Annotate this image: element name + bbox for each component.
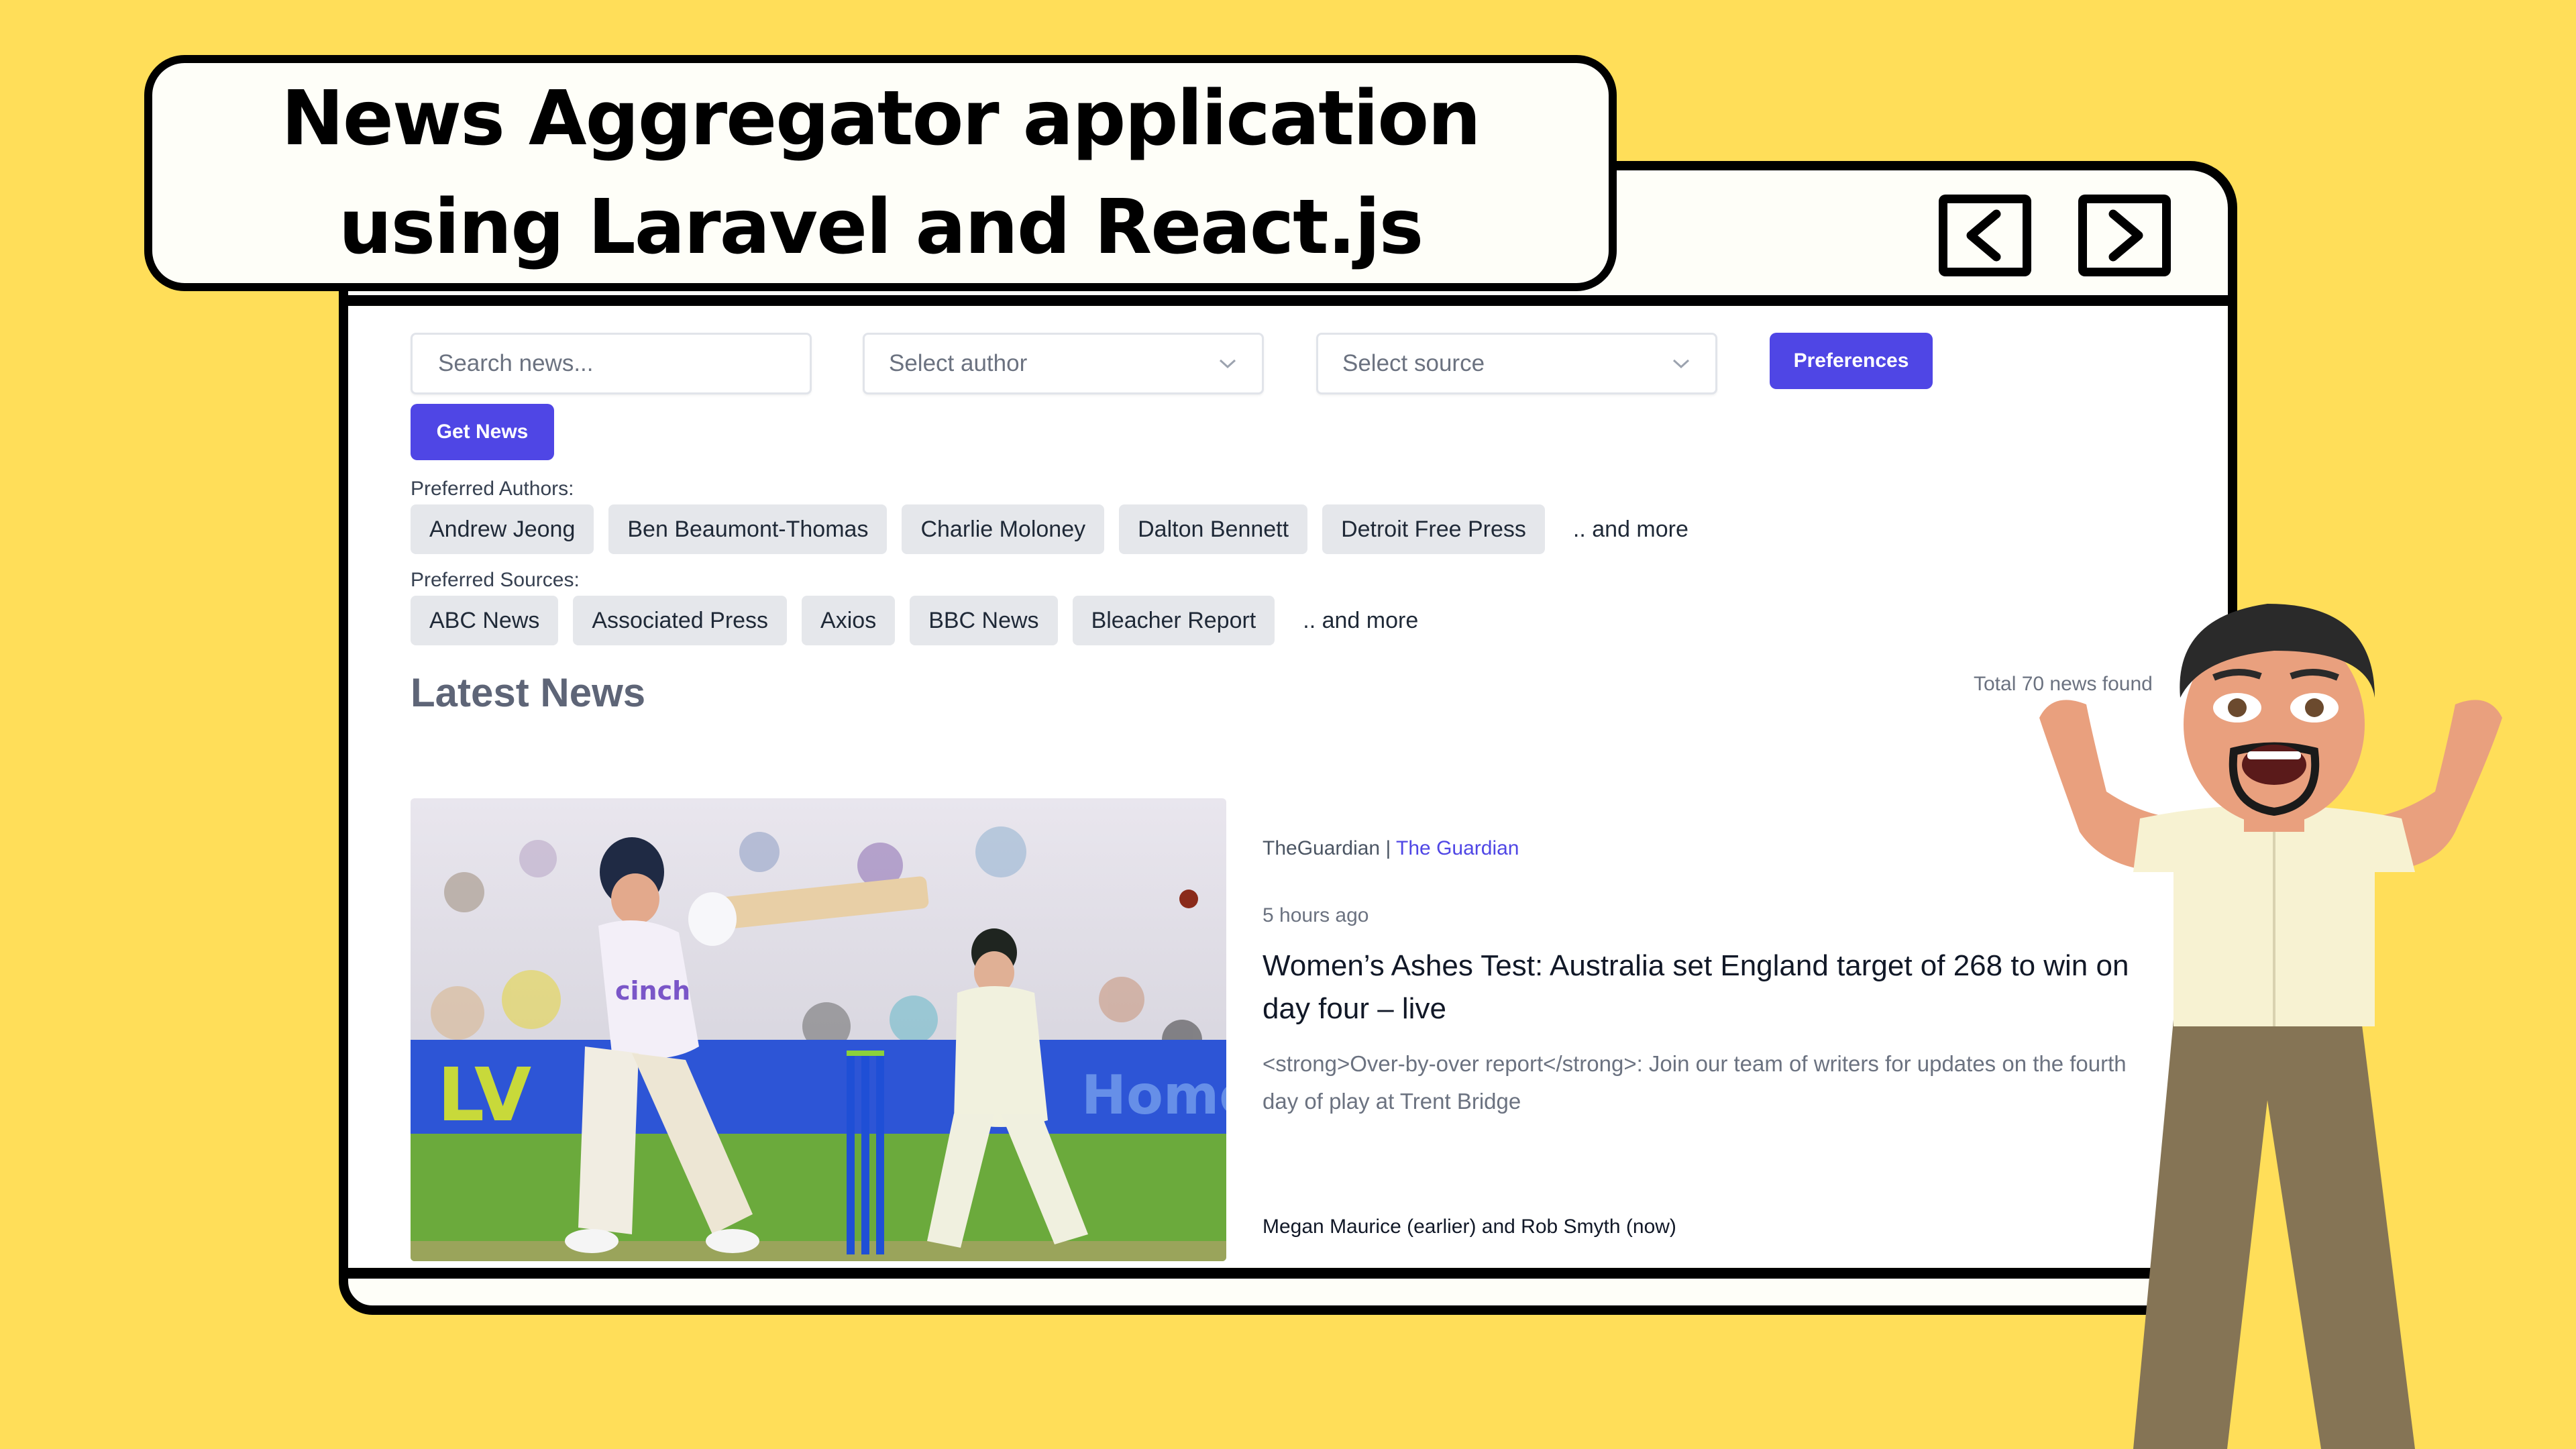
chevron-down-icon: [1219, 359, 1236, 369]
source-chip[interactable]: ABC News: [411, 596, 559, 645]
frame-divider: [339, 295, 2237, 306]
source-chip[interactable]: Axios: [802, 596, 896, 645]
meta-separator: |: [1385, 837, 1391, 859]
cricket-photo: LV Home cinch: [411, 798, 1226, 1261]
get-news-button[interactable]: Get News: [411, 404, 554, 460]
title-line-2: using Laravel and React.js: [338, 184, 1424, 271]
sources-more-text: .. and more: [1303, 607, 1419, 633]
author-chip[interactable]: Dalton Bennett: [1119, 504, 1308, 554]
article-author: Megan Maurice (earlier) and Rob Smyth (n…: [1263, 1216, 1676, 1238]
article-source-link[interactable]: The Guardian: [1396, 837, 1519, 859]
title-banner: News Aggregator application using Larave…: [144, 55, 1617, 291]
article-api-name: TheGuardian: [1263, 837, 1381, 859]
author-chip[interactable]: Detroit Free Press: [1322, 504, 1545, 554]
svg-text:LV: LV: [437, 1052, 531, 1138]
preferred-sources-list: ABC News Associated Press Axios BBC News…: [411, 596, 1418, 645]
title-line-1: News Aggregator application: [281, 75, 1481, 162]
svg-text:cinch: cinch: [615, 976, 690, 1006]
avatar-character: [2039, 604, 2502, 1449]
app-content: Select author Select source Preferences …: [411, 307, 2226, 1267]
preferred-authors-label: Preferred Authors:: [411, 478, 574, 500]
search-input[interactable]: [437, 350, 786, 378]
source-select[interactable]: Select source: [1316, 333, 1717, 394]
author-select-placeholder: Select author: [889, 350, 1028, 376]
chevron-down-icon: [1672, 359, 1690, 369]
search-field[interactable]: [411, 333, 812, 394]
author-chip[interactable]: Andrew Jeong: [411, 504, 594, 554]
source-chip[interactable]: Associated Press: [573, 596, 788, 645]
source-chip[interactable]: BBC News: [910, 596, 1058, 645]
article-image[interactable]: LV Home cinch: [411, 798, 1226, 1261]
source-select-placeholder: Select source: [1342, 350, 1485, 376]
source-chip[interactable]: Bleacher Report: [1072, 596, 1275, 645]
author-chip[interactable]: Charlie Moloney: [902, 504, 1105, 554]
preferences-button[interactable]: Preferences: [1770, 333, 1933, 389]
chevron-right-icon: [2108, 209, 2143, 262]
app-page: Select author Select source Preferences …: [350, 307, 2226, 1267]
preferred-sources-label: Preferred Sources:: [411, 569, 580, 591]
latest-news-heading: Latest News: [411, 670, 646, 715]
chevron-left-icon: [1966, 209, 2001, 262]
authors-more-text: .. and more: [1572, 516, 1688, 542]
article-meta: TheGuardian | The Guardian: [1263, 837, 1519, 860]
article-time: 5 hours ago: [1263, 904, 1369, 926]
author-select[interactable]: Select author: [863, 333, 1264, 394]
next-button[interactable]: [2078, 195, 2171, 276]
frame-bottom-edge: [339, 1268, 2231, 1279]
preferred-authors-list: Andrew Jeong Ben Beaumont-Thomas Charlie…: [411, 504, 1688, 554]
svg-text:Home: Home: [1081, 1064, 1226, 1126]
author-chip[interactable]: Ben Beaumont-Thomas: [608, 504, 888, 554]
previous-button[interactable]: [1939, 195, 2031, 276]
